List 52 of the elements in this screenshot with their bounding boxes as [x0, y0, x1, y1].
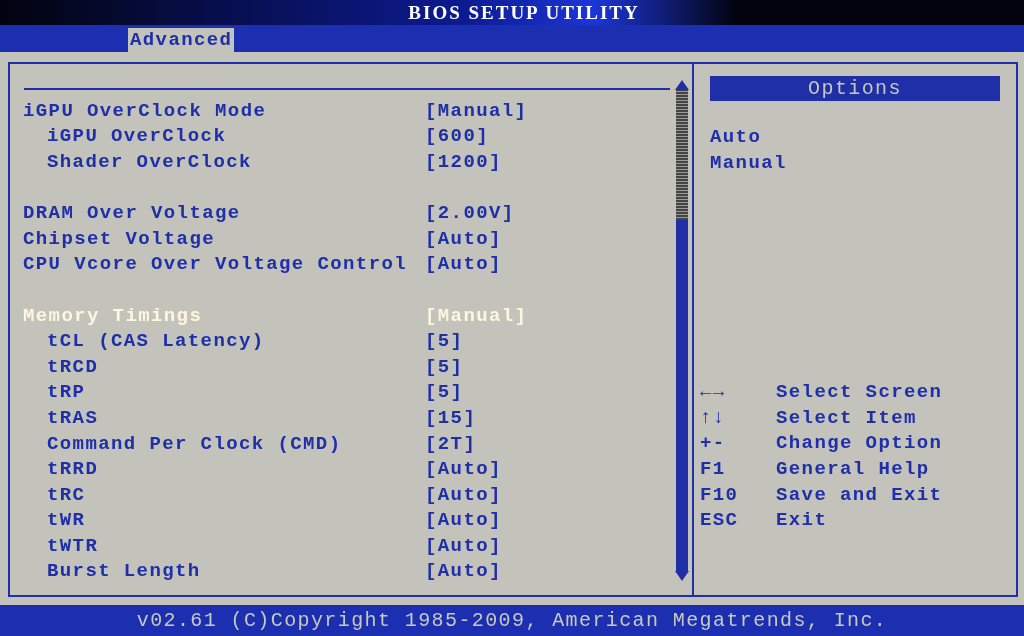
key-action: Exit: [776, 509, 828, 532]
key-action: Select Item: [776, 406, 917, 429]
options-heading: Options: [808, 77, 902, 100]
setting-value[interactable]: [15]: [425, 406, 477, 429]
key-action: Select Screen: [776, 381, 943, 404]
scroll-down-arrow-icon[interactable]: [675, 571, 689, 581]
setting-value[interactable]: [600]: [425, 125, 489, 148]
menu-tab[interactable]: Advanced: [128, 28, 235, 52]
copyright-text: v02.61 (C)Copyright 1985-2009, American Megatrends, Inc.: [136, 609, 888, 632]
setting-label[interactable]: tCL (CAS Latency): [23, 330, 425, 353]
setting-value[interactable]: [Auto]: [425, 560, 502, 583]
key-label: ←→: [700, 381, 727, 404]
setting-value[interactable]: [1200]: [425, 151, 502, 173]
scroll-up-arrow-icon[interactable]: [675, 80, 689, 90]
setting-label[interactable]: DRAM Over Voltage: [23, 202, 425, 225]
setting-label[interactable]: Burst Length: [23, 560, 425, 583]
option-item[interactable]: Auto: [710, 125, 1000, 151]
setting-label[interactable]: Command Per Clock (CMD): [23, 432, 425, 455]
setting-label[interactable]: CPU Vcore Over Voltage Control: [23, 253, 425, 276]
setting-label[interactable]: Chipset Voltage: [23, 227, 425, 250]
setting-value[interactable]: [Auto]: [425, 253, 502, 276]
setting-label[interactable]: tRC: [23, 483, 425, 506]
setting-label[interactable]: Shader OverClock: [23, 151, 425, 173]
setting-value[interactable]: [5]: [425, 381, 464, 404]
setting-label[interactable]: tWTR: [23, 534, 425, 557]
setting-label[interactable]: tRP: [23, 381, 425, 404]
setting-value[interactable]: [2T]: [425, 432, 477, 455]
option-item[interactable]: Manual: [710, 150, 1000, 177]
window-title: BIOS SETUP UTILITY: [407, 1, 640, 24]
key-action: General Help: [776, 458, 930, 480]
key-action: Change Option: [776, 432, 943, 455]
key-label: F10: [700, 483, 740, 506]
setting-value[interactable]: [Auto]: [425, 483, 502, 506]
key-action: Save and Exit: [776, 483, 943, 506]
setting-value[interactable]: [Auto]: [425, 458, 502, 481]
setting-value[interactable]: [Auto]: [425, 227, 502, 250]
setting-label[interactable]: tRRD: [23, 458, 425, 481]
setting-label[interactable]: tRCD: [23, 355, 425, 378]
setting-value[interactable]: [Auto]: [425, 509, 502, 532]
key-label: ESC: [700, 509, 740, 532]
setting-label[interactable]: iGPU OverClock: [23, 125, 425, 148]
setting-label[interactable]: tRAS: [23, 406, 425, 429]
setting-label[interactable]: tWR: [23, 509, 425, 532]
setting-value[interactable]: [2.00V]: [425, 202, 515, 225]
key-label: ↑↓: [700, 406, 727, 429]
setting-label[interactable]: iGPU OverClock Mode: [23, 99, 425, 122]
key-label: +-: [700, 432, 727, 455]
key-label: F1: [700, 458, 727, 480]
setting-value[interactable]: [Manual]: [425, 99, 528, 122]
setting-value[interactable]: [5]: [425, 355, 464, 378]
setting-value[interactable]: [5]: [425, 330, 464, 353]
setting-value[interactable]: [Auto]: [425, 534, 502, 557]
